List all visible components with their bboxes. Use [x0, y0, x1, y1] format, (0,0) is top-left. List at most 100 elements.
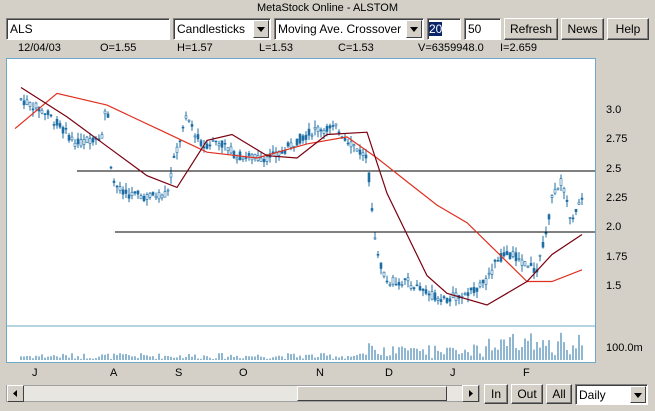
- refresh-button[interactable]: Refresh: [504, 18, 558, 40]
- candle-body: [136, 190, 140, 195]
- candle-body: [505, 251, 509, 256]
- candle-body: [400, 284, 404, 286]
- candle-body: [562, 188, 566, 193]
- candle-body: [67, 134, 71, 141]
- candle-body: [502, 252, 506, 257]
- symbol-input[interactable]: ALS: [6, 18, 170, 40]
- candle-body: [517, 258, 521, 260]
- triangle-left-icon: [13, 390, 17, 397]
- zoom-out-button[interactable]: Out: [511, 384, 543, 404]
- chevron-down-icon[interactable]: [253, 20, 269, 38]
- candle-body: [82, 139, 86, 145]
- news-button[interactable]: News: [561, 18, 604, 40]
- x-tick-label: D: [385, 367, 393, 379]
- help-button[interactable]: Help: [607, 18, 649, 40]
- candle-body: [526, 266, 530, 269]
- candle-body: [181, 126, 185, 129]
- candle-body: [304, 134, 308, 140]
- candle-body: [205, 143, 209, 149]
- candle-body: [397, 281, 401, 286]
- candle-body: [178, 140, 182, 143]
- candle-body: [286, 142, 290, 147]
- scroll-left-button[interactable]: [7, 385, 24, 402]
- candle-body: [478, 282, 482, 288]
- scroll-thumb[interactable]: [297, 386, 447, 401]
- candle-body: [343, 137, 347, 141]
- candle-body: [529, 263, 533, 266]
- candle-body: [76, 138, 80, 145]
- candle-body: [355, 148, 359, 152]
- candle-body: [61, 127, 65, 134]
- candle-body: [415, 284, 419, 287]
- candle-body: [346, 142, 350, 145]
- candle-body: [541, 241, 545, 248]
- slow-period-input[interactable]: 50: [464, 18, 501, 40]
- candle-body: [214, 140, 218, 143]
- x-tick-label: J: [32, 367, 38, 379]
- candle-body: [538, 254, 542, 257]
- volume-scale-label: 100.0m: [606, 342, 643, 354]
- candle-body: [532, 268, 536, 273]
- candle-body: [142, 195, 146, 202]
- candle-body: [424, 289, 428, 294]
- fast-period-input[interactable]: 20: [427, 18, 461, 40]
- candle-body: [475, 287, 479, 292]
- candle-body: [307, 128, 311, 136]
- candle-body: [52, 124, 56, 126]
- chart-area[interactable]: [6, 58, 596, 363]
- candle-body: [289, 142, 293, 148]
- price-chart[interactable]: [7, 59, 595, 362]
- y-tick-label: 2.75: [606, 133, 628, 145]
- candle-body: [106, 113, 110, 118]
- zoom-all-button[interactable]: All: [546, 384, 572, 404]
- period-select[interactable]: Daily: [575, 384, 648, 405]
- chart-type-select[interactable]: Candlesticks: [173, 18, 271, 40]
- candle-body: [559, 178, 563, 186]
- candle-body: [157, 192, 161, 200]
- horizontal-scrollbar[interactable]: [6, 385, 480, 402]
- candle-body: [322, 130, 326, 134]
- candle-body: [550, 195, 554, 198]
- chevron-down-icon[interactable]: [406, 20, 422, 38]
- candle-body: [175, 146, 179, 153]
- candle-body: [361, 152, 365, 156]
- candle-body: [571, 217, 575, 220]
- indicator-select[interactable]: Moving Ave. Crossover: [274, 18, 424, 40]
- candle-body: [193, 135, 197, 138]
- candle-body: [481, 279, 485, 284]
- candle-body: [43, 113, 47, 115]
- candle-body: [169, 173, 173, 178]
- candle-body: [445, 297, 449, 303]
- candle-body: [133, 191, 137, 194]
- candle-body: [55, 118, 59, 126]
- candle-body: [151, 191, 155, 196]
- chevron-down-icon[interactable]: [630, 386, 646, 403]
- y-tick-label: 2.5: [606, 163, 622, 175]
- candle-body: [223, 142, 227, 145]
- candle-body: [160, 194, 164, 199]
- candle-body: [331, 125, 335, 127]
- scroll-right-button[interactable]: [462, 385, 479, 402]
- candle-body: [406, 277, 410, 282]
- candle-body: [244, 157, 248, 159]
- candle-body: [127, 194, 131, 199]
- candle-body: [544, 232, 548, 235]
- candle-body: [412, 287, 416, 290]
- candle-body: [115, 185, 119, 188]
- candle-body: [394, 283, 398, 286]
- candle-body: [385, 280, 389, 283]
- candle-body: [349, 141, 353, 148]
- candle-body: [166, 189, 170, 192]
- volume-series: [20, 332, 583, 360]
- candle-body: [229, 146, 233, 154]
- zoom-in-button[interactable]: In: [484, 384, 508, 404]
- candle-body: [430, 291, 434, 300]
- quote-volume: V=6359948.0: [418, 42, 484, 54]
- candle-body: [28, 102, 32, 107]
- candle-body: [49, 114, 53, 117]
- x-tick-label: N: [316, 367, 324, 379]
- candle-body: [103, 110, 107, 115]
- candle-body: [79, 139, 83, 147]
- candlestick-series: [19, 94, 584, 307]
- candle-body: [358, 149, 362, 155]
